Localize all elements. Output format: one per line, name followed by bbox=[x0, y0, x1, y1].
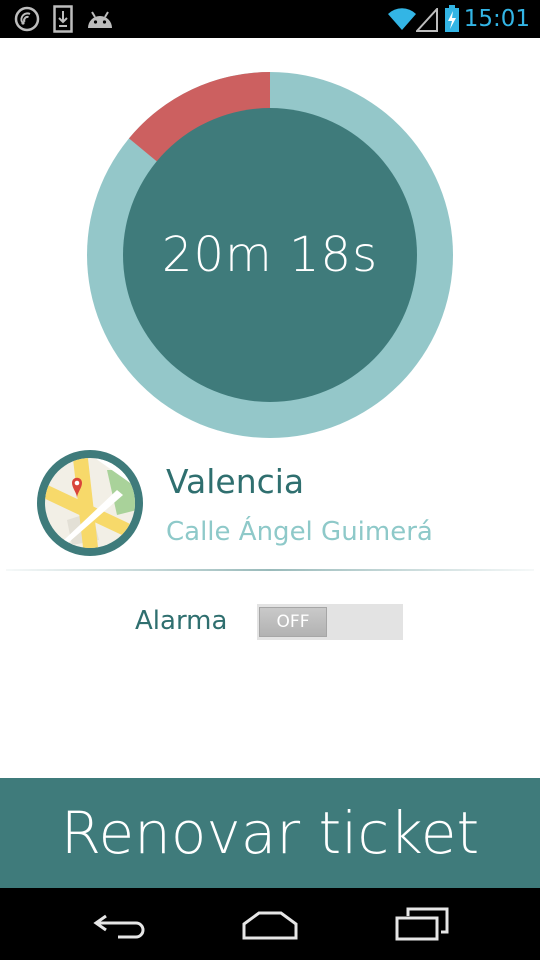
navigation-bar bbox=[0, 888, 540, 960]
signal-scan-icon bbox=[14, 6, 40, 36]
alarm-label: Alarma bbox=[135, 606, 228, 636]
cell-signal-icon bbox=[414, 6, 438, 36]
back-icon[interactable] bbox=[92, 910, 148, 944]
timer-ring: 20m 18s bbox=[87, 72, 453, 438]
battery-charging-icon bbox=[444, 5, 460, 37]
divider bbox=[6, 569, 534, 571]
clock-time: 15:01 bbox=[463, 6, 530, 32]
alarm-toggle[interactable]: OFF bbox=[257, 604, 403, 640]
alarm-toggle-state: OFF bbox=[259, 607, 327, 637]
android-icon bbox=[86, 9, 114, 33]
location-city: Valencia bbox=[166, 462, 305, 501]
timer-remaining-text: 20m 18s bbox=[161, 227, 379, 283]
renew-ticket-button[interactable]: Renovar ticket bbox=[0, 778, 540, 888]
wifi-icon bbox=[387, 8, 417, 36]
recent-apps-icon[interactable] bbox=[394, 906, 450, 946]
location-street: Calle Ángel Guimerá bbox=[166, 517, 433, 547]
status-bar: 15:01 bbox=[0, 0, 540, 38]
map-icon bbox=[37, 450, 143, 556]
home-icon[interactable] bbox=[241, 910, 299, 944]
download-icon bbox=[53, 5, 73, 37]
